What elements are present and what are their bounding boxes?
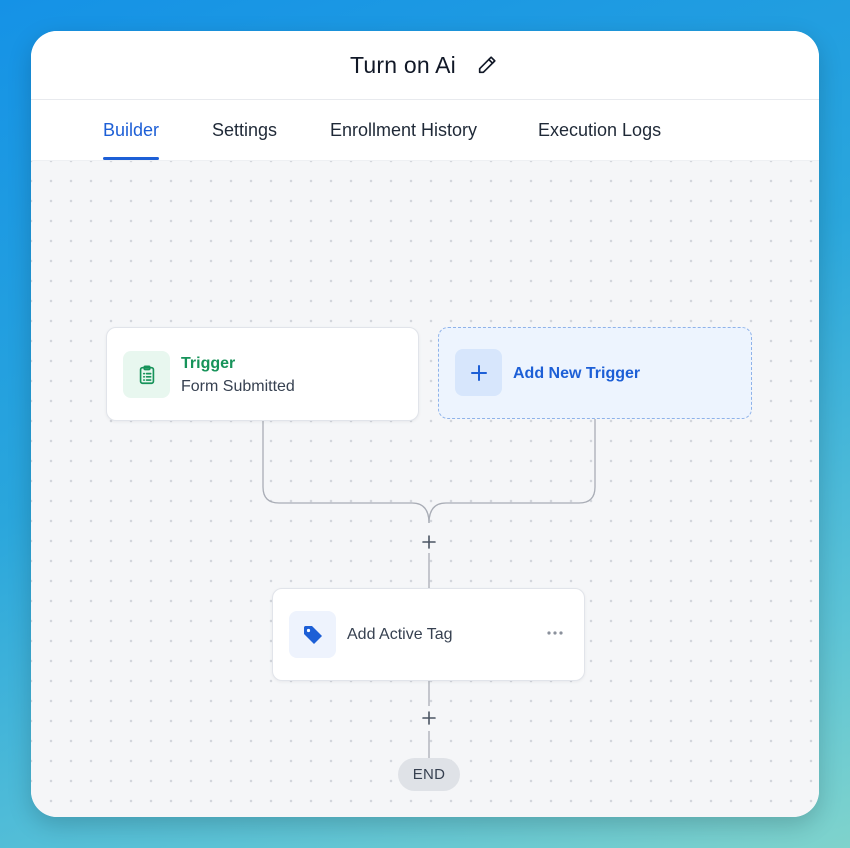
trigger-heading: Trigger — [181, 355, 236, 372]
edit-title-button[interactable] — [474, 52, 500, 78]
action-more-button[interactable] — [544, 623, 566, 643]
plus-icon — [470, 364, 487, 381]
trigger-node[interactable]: Trigger Form Submitted — [106, 327, 419, 421]
tag-icon — [303, 625, 322, 644]
plus-icon — [422, 711, 436, 725]
action-icon-box — [289, 611, 336, 658]
add-new-trigger-button[interactable]: Add New Trigger — [438, 327, 752, 419]
title-bar: Turn on Ai — [31, 31, 819, 100]
clipboard-list-icon — [139, 364, 154, 384]
trigger-icon-box — [123, 351, 170, 398]
action-label: Add Active Tag — [347, 626, 453, 643]
add-step-button-after-action[interactable] — [418, 707, 440, 729]
workflow-window: Turn on Ai Builder Settings Enrollment H… — [31, 31, 819, 817]
pencil-icon — [478, 56, 496, 74]
tab-settings[interactable]: Settings — [212, 100, 277, 160]
tab-bar: Builder Settings Enrollment History Exec… — [31, 100, 819, 161]
connector-trigger-branch — [262, 421, 430, 524]
end-marker: END — [398, 758, 460, 791]
workflow-title: Turn on Ai — [350, 51, 456, 78]
plus-icon — [422, 535, 436, 549]
add-trigger-icon-box — [455, 349, 502, 396]
trigger-subtitle: Form Submitted — [181, 378, 295, 395]
add-new-trigger-label: Add New Trigger — [513, 365, 641, 382]
add-step-button[interactable] — [418, 531, 440, 553]
action-node-add-active-tag[interactable]: Add Active Tag — [272, 588, 585, 681]
tab-enrollment-history[interactable]: Enrollment History — [330, 100, 477, 160]
more-horizontal-icon — [547, 631, 563, 635]
builder-canvas[interactable]: Trigger Form Submitted Add New Trigger A… — [31, 161, 819, 817]
tab-execution-logs[interactable]: Execution Logs — [538, 100, 661, 160]
connector-add-trigger-branch — [428, 419, 596, 524]
tab-builder[interactable]: Builder — [103, 100, 160, 160]
